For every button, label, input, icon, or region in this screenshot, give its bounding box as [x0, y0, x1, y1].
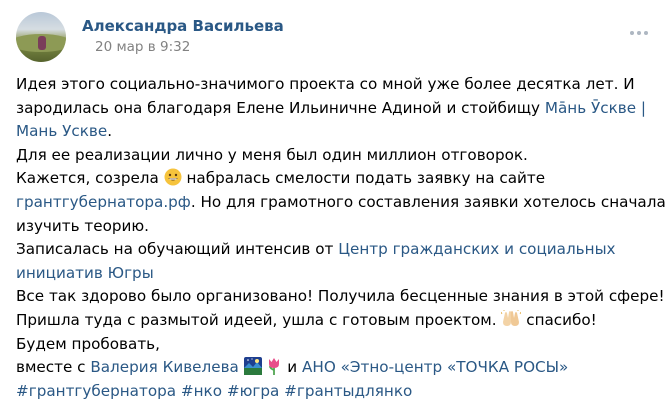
- text: и: [282, 358, 303, 377]
- link-center-initiatives-2[interactable]: инициатив Югры: [16, 264, 154, 282]
- text-line-6: грантгубернатора.рф. Но для грамотного с…: [16, 191, 666, 215]
- text-line-11: Пришла туда с размытой идеей, ушла с гот…: [16, 309, 656, 333]
- post-header: Александра Васильева 20 мар в 9:32: [16, 12, 652, 62]
- text: Записалась на обучающий интенсив от: [16, 240, 339, 259]
- text: вместе с: [16, 358, 91, 377]
- text: спасибо!: [521, 310, 597, 329]
- post-text: Идея этого социально-значимого проекта с…: [16, 73, 666, 404]
- text: Будем пробовать,: [16, 334, 160, 353]
- link-center-initiatives[interactable]: Центр гражданских и социальных: [338, 240, 615, 258]
- avatar-figure: [38, 36, 46, 50]
- post-card: Александра Васильева 20 мар в 9:32 Идея …: [0, 0, 668, 420]
- text: набралась смелости подать заявку на сайт…: [181, 169, 546, 188]
- text-line-4: Для ее реализации лично у меня был один …: [16, 144, 656, 168]
- ellipsis-icon[interactable]: [628, 24, 650, 42]
- raising-hands-emoji: [501, 309, 522, 336]
- author-avatar[interactable]: [16, 12, 66, 62]
- text: Для ее реализации лично у меня был один …: [16, 145, 528, 164]
- link-etno-center[interactable]: АНО «Этно-центр «ТОЧКА РОСЫ»: [302, 358, 568, 376]
- hashtag-yugra[interactable]: #югра: [227, 382, 279, 400]
- hashtag-grantydlyanko[interactable]: #грантыдлянко: [284, 382, 412, 400]
- text-line-13: вместе с Валерия Кивелева и АНО «Этно-це…: [16, 356, 656, 380]
- text: Идея этого социально-значимого проекта с…: [16, 75, 635, 93]
- hashtags-line: #грантгубернатора #нко #югра #грантыдлян…: [16, 380, 656, 404]
- author-name[interactable]: Александра Васильева: [82, 17, 284, 35]
- text-line-7: изучить теорию.: [16, 215, 656, 239]
- text: .: [107, 122, 113, 141]
- text: Все так здорово было организовано! Получ…: [16, 287, 665, 306]
- text-line-2: зародилась она благодаря Елене Ильиничне…: [16, 97, 656, 121]
- text-line-3: Мань Ускве.: [16, 120, 656, 144]
- link-grant-site[interactable]: грантгубернатора.рф: [16, 193, 191, 211]
- text-line-9: инициатив Югры: [16, 262, 656, 286]
- text-line-8: Записалась на обучающий интенсив от Цент…: [16, 238, 656, 262]
- text: зародилась она благодаря Елене Ильиничне…: [16, 98, 545, 117]
- post-date[interactable]: 20 мар в 9:32: [95, 39, 190, 55]
- link-man-uskve[interactable]: Мāнь Ӯсквe |: [545, 99, 646, 117]
- link-man-uskve-2[interactable]: Мань Ускве: [16, 122, 107, 140]
- text: Кажется, созрела: [16, 169, 164, 188]
- text-line-10: Все так здорово было организовано! Получ…: [16, 285, 665, 309]
- text-line-12: Будем пробовать,: [16, 333, 656, 357]
- text: Пришла туда с размытой идеей, ушла с гот…: [16, 310, 502, 329]
- hashtag-grantgubernatora[interactable]: #грантгубернатора: [16, 382, 176, 400]
- text-line-1: Идея этого социально-значимого проекта с…: [16, 73, 656, 97]
- text: изучить теорию.: [16, 216, 150, 235]
- hashtag-nko[interactable]: #нко: [181, 382, 222, 400]
- text: . Но для грамотного составления заявки х…: [190, 192, 666, 211]
- night-sky-emoji: [243, 357, 262, 383]
- link-valeria-kiveleva[interactable]: Валерия Кивелева: [90, 358, 239, 376]
- text-line-5: Кажется, созрела набралась смелости пода…: [16, 167, 656, 191]
- tulip-emoji: [266, 357, 282, 383]
